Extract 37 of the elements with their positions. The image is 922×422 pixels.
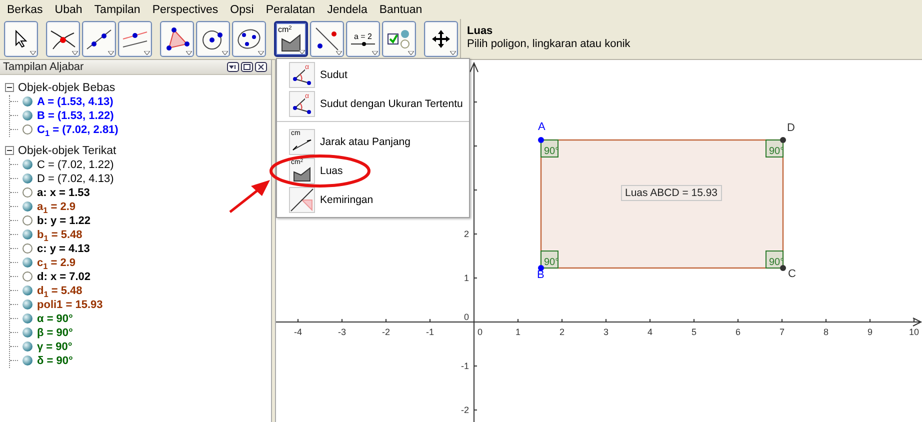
right-angle-marker: 90° (766, 140, 784, 158)
panel-title: Tampilan Aljabar (3, 61, 84, 73)
axis-label: 0 (478, 327, 482, 337)
axis-label: 1 (464, 273, 469, 283)
point-label: C (788, 268, 796, 280)
point-label: A (538, 121, 546, 133)
axis-label: 2 (464, 229, 469, 239)
axis-label: -2 (460, 405, 469, 415)
axis-label: 8 (824, 327, 828, 337)
axis-label: 6 (736, 327, 740, 337)
axis-label: -1 (460, 361, 469, 371)
tool-description: Pilih poligon, lingkaran atau konik (467, 38, 632, 50)
right-angle-marker: 90° (766, 250, 784, 268)
axis-label: 7 (780, 327, 784, 337)
axis-label: 9 (868, 327, 872, 337)
dropdown-item-label: Luas (320, 164, 343, 176)
axis-label: 3 (604, 327, 608, 337)
dropdown-item-label: Sudut dengan Ukuran Tertentu (320, 98, 463, 110)
point-label: B (537, 269, 544, 281)
right-angle-marker: 90° (540, 250, 560, 268)
axis-label: 10 (909, 327, 919, 337)
axis-label: -2 (382, 327, 390, 337)
point-label: D (787, 122, 795, 134)
axis-label: 2 (560, 327, 564, 337)
axis-label: -4 (294, 327, 302, 337)
dropdown-item-label: Jarak atau Panjang (320, 136, 410, 148)
right-angle-marker: 90° (540, 140, 560, 158)
tool-title: Luas (467, 25, 494, 37)
axis-label: -3 (338, 327, 346, 337)
area-label: Luas ABCD = 15.93 (621, 185, 722, 201)
dropdown-item-label: Kemiringan (320, 194, 374, 206)
dropdown-item-label: Sudut (320, 68, 348, 80)
axis-label: 5 (692, 327, 696, 337)
axis-label: 0 (464, 312, 469, 322)
axis-label: -1 (426, 327, 434, 337)
axis-label: 1 (516, 327, 520, 337)
axis-label: 4 (648, 327, 652, 337)
